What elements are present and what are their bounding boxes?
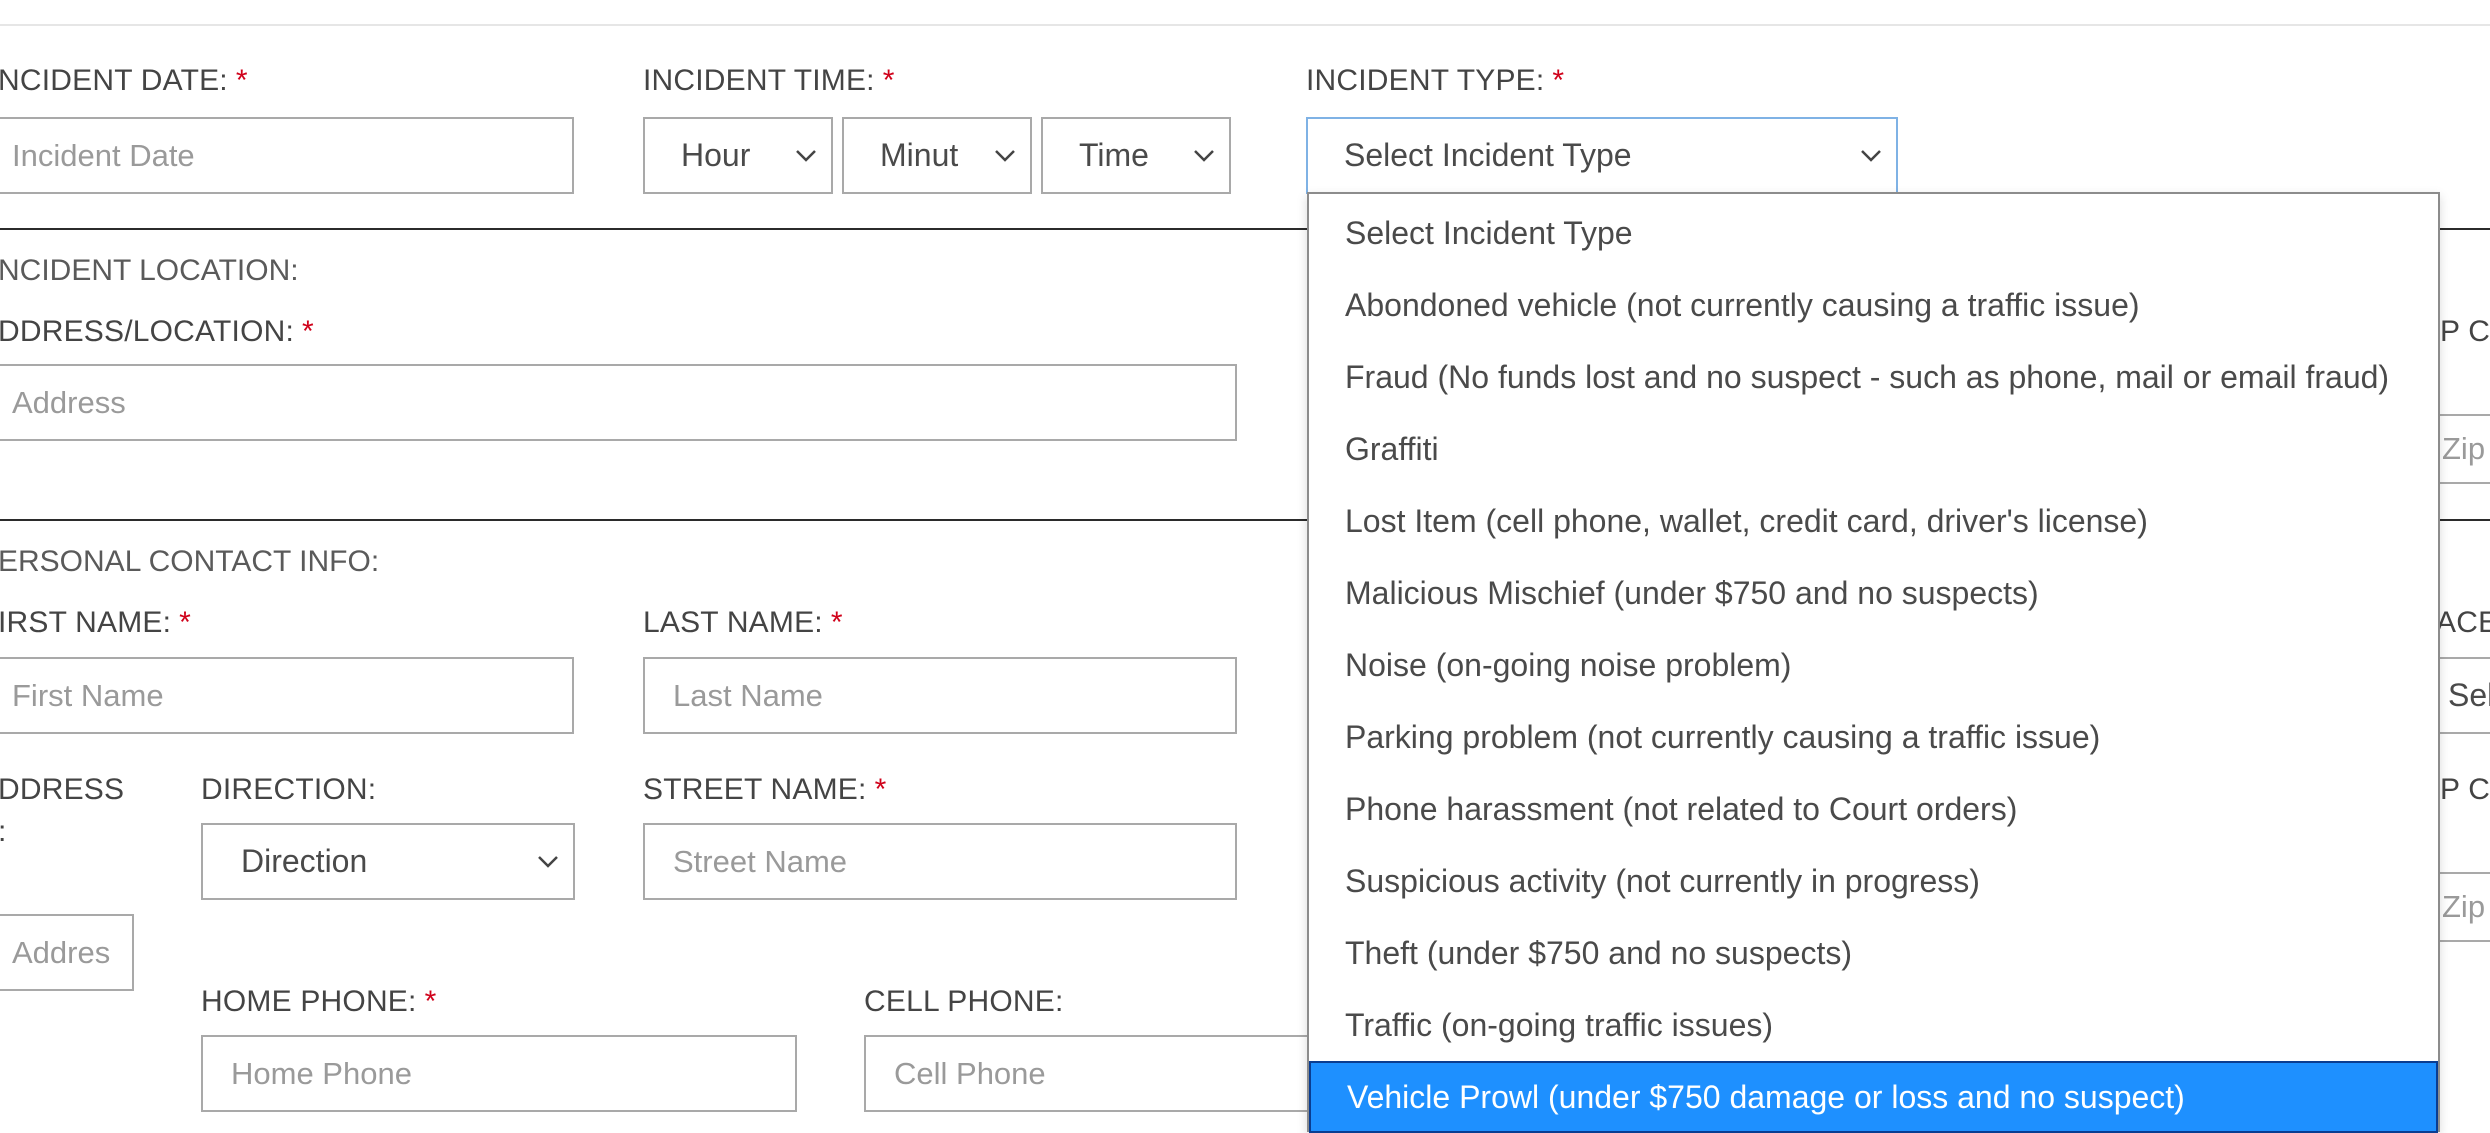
incident-type-option[interactable]: Phone harassment (not related to Court o… (1309, 773, 2438, 845)
required-marker: * (302, 315, 314, 348)
incident-location-heading: NCIDENT LOCATION: (0, 254, 299, 287)
incident-type-option[interactable]: Suspicious activity (not currently in pr… (1309, 845, 2438, 917)
chevron-down-icon (1194, 149, 1214, 162)
required-marker: * (882, 64, 895, 97)
incident-date-input[interactable]: Incident Date (0, 117, 574, 194)
incident-type-option[interactable]: Select Incident Type (1309, 197, 2438, 269)
home-phone-label: HOME PHONE: * (201, 985, 437, 1018)
incident-type-option[interactable]: Parking problem (not currently causing a… (1309, 701, 2438, 773)
required-marker: * (179, 606, 192, 639)
required-marker: * (830, 606, 843, 639)
address-number-input[interactable]: Addres (0, 914, 134, 991)
zip-code-label: P CO (2440, 315, 2490, 348)
chevron-down-icon (796, 149, 816, 162)
cell-phone-label: CELL PHONE: (864, 985, 1064, 1018)
incident-type-option[interactable]: Traffic (on-going traffic issues) (1309, 989, 2438, 1061)
address-number-label-line1: DDRESS (0, 773, 125, 806)
cell-phone-input[interactable]: Cell Phone (864, 1035, 1324, 1112)
required-marker: * (1552, 64, 1565, 97)
required-marker: * (424, 985, 437, 1018)
incident-type-option[interactable]: Fraud (No funds lost and no suspect - su… (1309, 341, 2438, 413)
last-name-input[interactable]: Last Name (643, 657, 1237, 734)
required-marker: * (235, 64, 248, 97)
race-select[interactable]: Sel (2436, 657, 2490, 734)
last-name-label: LAST NAME: * (643, 606, 843, 639)
contact-zip-label: P CO (2440, 773, 2490, 806)
incident-type-option-highlighted[interactable]: Vehicle Prowl (under $750 damage or loss… (1309, 1061, 2438, 1133)
home-phone-input[interactable]: Home Phone (201, 1035, 797, 1112)
address-input[interactable]: Address (0, 364, 1237, 441)
zip-code-input[interactable]: Zip (2436, 414, 2490, 484)
address-location-label: DDRESS/LOCATION: * (0, 315, 314, 348)
chevron-down-icon (995, 149, 1015, 162)
minute-select[interactable]: Minut (842, 117, 1032, 194)
personal-contact-heading: ERSONAL CONTACT INFO: (0, 545, 380, 578)
street-name-input[interactable]: Street Name (643, 823, 1237, 900)
first-name-input[interactable]: First Name (0, 657, 574, 734)
top-divider (0, 24, 2490, 26)
incident-type-option[interactable]: Noise (on-going noise problem) (1309, 629, 2438, 701)
incident-type-option[interactable]: Malicious Mischief (under $750 and no su… (1309, 557, 2438, 629)
incident-type-select[interactable]: Select Incident Type (1306, 117, 1898, 194)
first-name-label: IRST NAME: * (0, 606, 192, 639)
chevron-down-icon (1861, 149, 1881, 162)
incident-type-option[interactable]: Lost Item (cell phone, wallet, credit ca… (1309, 485, 2438, 557)
contact-zip-input[interactable]: Zip (2436, 872, 2490, 942)
incident-type-label: INCIDENT TYPE: * (1306, 64, 1565, 97)
incident-type-option[interactable]: Graffiti (1309, 413, 2438, 485)
incident-type-option[interactable]: Abondoned vehicle (not currently causing… (1309, 269, 2438, 341)
incident-time-label: INCIDENT TIME: * (643, 64, 895, 97)
incident-type-dropdown-list[interactable]: Select Incident Type Abondoned vehicle (… (1307, 192, 2440, 1133)
direction-select[interactable]: Direction (201, 823, 575, 900)
race-label: ACE: (2436, 606, 2490, 639)
required-marker: * (874, 773, 887, 806)
hour-select[interactable]: Hour (643, 117, 833, 194)
street-name-label: STREET NAME: * (643, 773, 887, 806)
address-number-label-line2: : (0, 815, 7, 849)
ampm-select[interactable]: Time (1041, 117, 1231, 194)
chevron-down-icon (538, 855, 558, 868)
direction-label: DIRECTION: (201, 773, 377, 806)
incident-type-option[interactable]: Theft (under $750 and no suspects) (1309, 917, 2438, 989)
incident-date-label: NCIDENT DATE: * (0, 64, 248, 97)
